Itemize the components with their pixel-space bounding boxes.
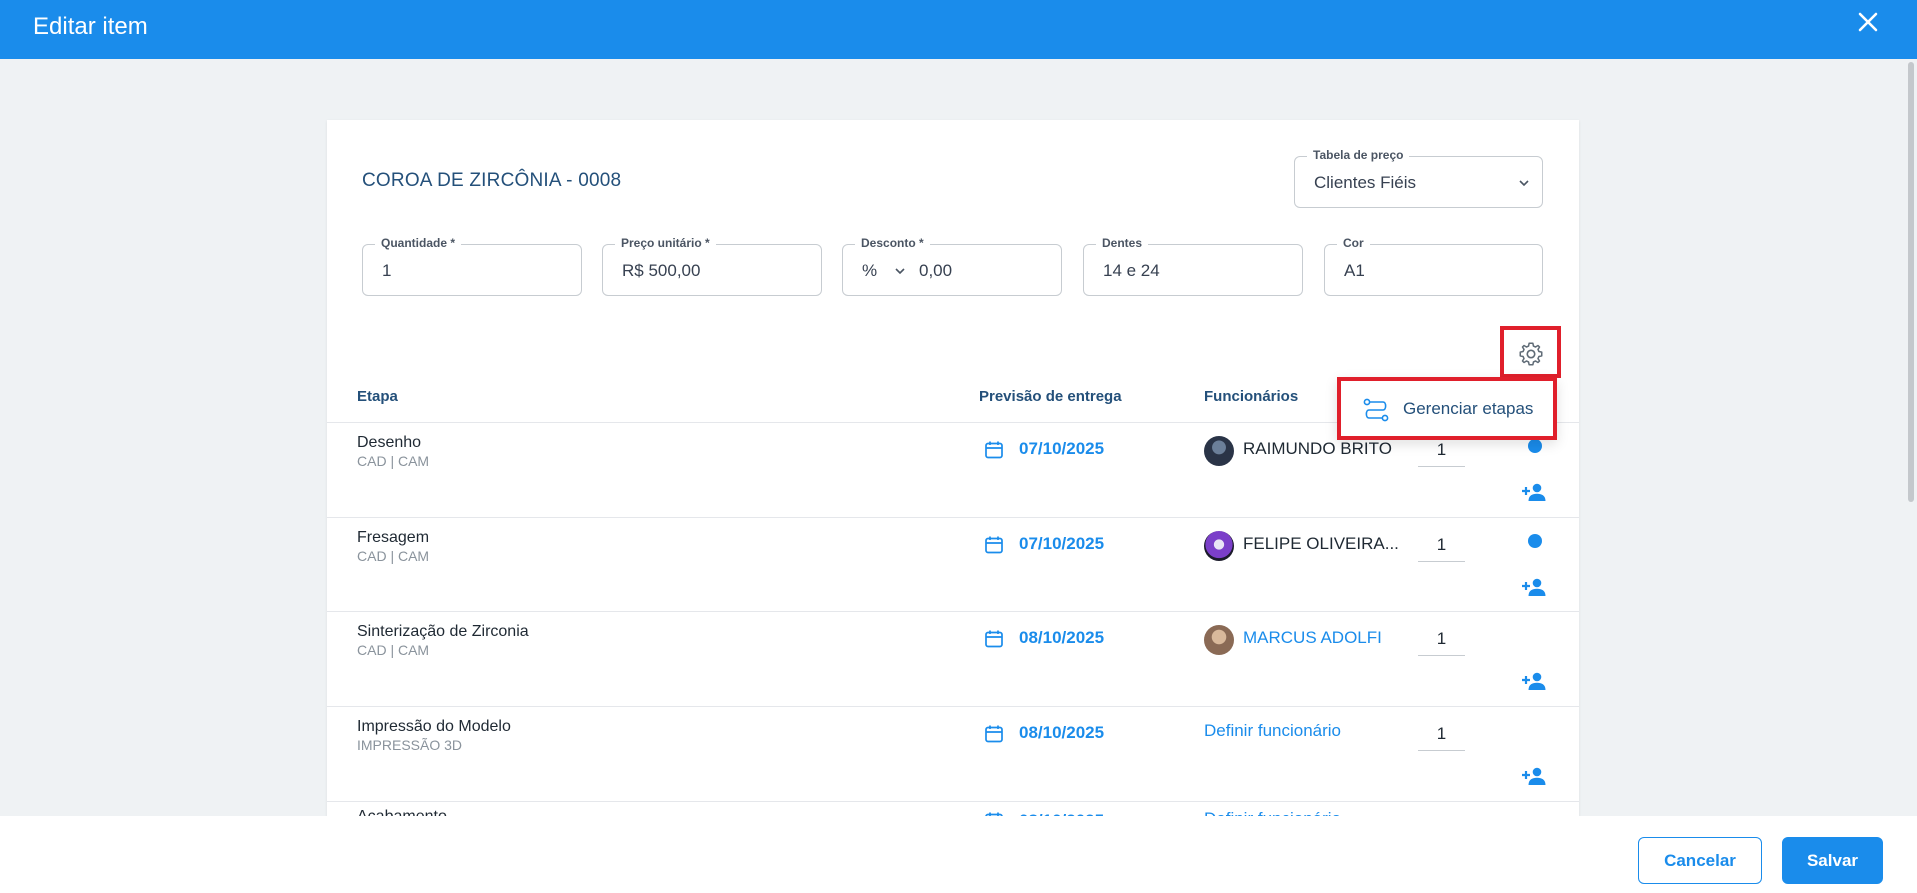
employee-name[interactable]: MARCUS ADOLFI xyxy=(1243,628,1382,648)
avatar xyxy=(1204,625,1234,655)
quantity-input[interactable]: 1 xyxy=(1418,716,1465,751)
calendar-icon[interactable] xyxy=(984,724,1004,744)
define-employee-link[interactable]: Definir funcionário xyxy=(1204,721,1341,741)
discount-label: Desconto * xyxy=(855,236,930,250)
status-dot xyxy=(1528,534,1542,548)
quantity-label: Quantidade * xyxy=(375,236,462,250)
chevron-down-icon[interactable] xyxy=(893,264,907,278)
price-table-label: Tabela de preço xyxy=(1307,148,1410,162)
edit-item-card: COROA DE ZIRCÔNIA - 0008 Tabela de preço… xyxy=(327,120,1579,820)
stage-row: Fresagem CAD | CAM 07/10/2025 FELIPE OLI… xyxy=(327,517,1579,612)
header-employees: Funcionários xyxy=(1204,388,1299,405)
footer-bar: Cancelar Salvar xyxy=(0,816,1917,893)
price-table-select[interactable]: Tabela de preço Clientes Fiéis xyxy=(1294,148,1543,208)
add-user-icon[interactable] xyxy=(1521,577,1547,597)
stage-name: Impressão do Modelo xyxy=(357,718,511,735)
page-title: Editar item xyxy=(33,13,148,40)
stage-row: Impressão do Modelo IMPRESSÃO 3D 08/10/2… xyxy=(327,706,1579,801)
delivery-date[interactable]: 07/10/2025 xyxy=(1019,439,1104,459)
stage-row: Sinterização de Zirconia CAD | CAM 08/10… xyxy=(327,611,1579,706)
calendar-icon[interactable] xyxy=(984,535,1004,555)
manage-stages-icon xyxy=(1363,398,1389,422)
quantity-value: 1 xyxy=(382,261,392,280)
delivery-date[interactable]: 07/10/2025 xyxy=(1019,534,1104,554)
save-button[interactable]: Salvar xyxy=(1782,837,1883,884)
color-value: A1 xyxy=(1344,261,1365,280)
settings-button[interactable] xyxy=(1500,326,1561,378)
stage-name: Sinterização de Zirconia xyxy=(357,623,529,640)
discount-unit-select[interactable]: % xyxy=(862,261,877,281)
add-user-icon[interactable] xyxy=(1521,766,1547,786)
avatar xyxy=(1204,531,1234,561)
quantity-input[interactable]: 1 xyxy=(1418,527,1465,562)
manage-stages-label: Gerenciar etapas xyxy=(1403,399,1534,418)
teeth-field[interactable]: Dentes 14 e 24 xyxy=(1083,236,1303,296)
color-label: Cor xyxy=(1337,236,1370,250)
add-user-icon[interactable] xyxy=(1521,671,1547,691)
add-user-icon[interactable] xyxy=(1521,482,1547,502)
stage-name: Desenho xyxy=(357,434,422,451)
teeth-label: Dentes xyxy=(1096,236,1149,250)
avatar xyxy=(1204,436,1234,466)
cancel-button[interactable]: Cancelar xyxy=(1638,837,1762,884)
discount-field[interactable]: Desconto * % 0,00 xyxy=(842,236,1062,296)
close-icon[interactable] xyxy=(1856,10,1880,34)
header-stage: Etapa xyxy=(357,388,398,405)
employee-name[interactable]: FELIPE OLIVEIRA... xyxy=(1243,534,1399,554)
unit-price-field[interactable]: Preço unitário * R$ 500,00 xyxy=(602,236,822,296)
manage-stages-menu-item[interactable]: Gerenciar etapas xyxy=(1337,377,1557,440)
unit-price-label: Preço unitário * xyxy=(615,236,716,250)
stage-name: Fresagem xyxy=(357,529,430,546)
gear-icon xyxy=(1519,342,1543,366)
quantity-field[interactable]: Quantidade * 1 xyxy=(362,236,582,296)
stage-category: CAD | CAM xyxy=(357,642,430,658)
discount-value: 0,00 xyxy=(919,261,953,280)
stage-category: IMPRESSÃO 3D xyxy=(357,737,463,753)
chevron-down-icon xyxy=(1519,180,1529,187)
top-bar: Editar item xyxy=(0,0,1917,59)
status-dot xyxy=(1528,439,1542,453)
calendar-icon[interactable] xyxy=(984,440,1004,460)
header-delivery-forecast: Previsão de entrega xyxy=(979,388,1122,405)
price-table-value: Clientes Fiéis xyxy=(1314,173,1417,192)
scrollbar-thumb[interactable] xyxy=(1908,62,1914,502)
delivery-date[interactable]: 08/10/2025 xyxy=(1019,628,1104,648)
employee-name[interactable]: RAIMUNDO BRITO xyxy=(1243,439,1392,459)
delivery-date[interactable]: 08/10/2025 xyxy=(1019,723,1104,743)
item-title: COROA DE ZIRCÔNIA - 0008 xyxy=(362,170,622,191)
color-field[interactable]: Cor A1 xyxy=(1324,236,1543,296)
stage-category: CAD | CAM xyxy=(357,453,430,469)
calendar-icon[interactable] xyxy=(984,629,1004,649)
stage-category: CAD | CAM xyxy=(357,548,430,564)
teeth-value: 14 e 24 xyxy=(1103,261,1160,280)
quantity-input[interactable]: 1 xyxy=(1418,621,1465,656)
unit-price-value: R$ 500,00 xyxy=(622,261,701,280)
